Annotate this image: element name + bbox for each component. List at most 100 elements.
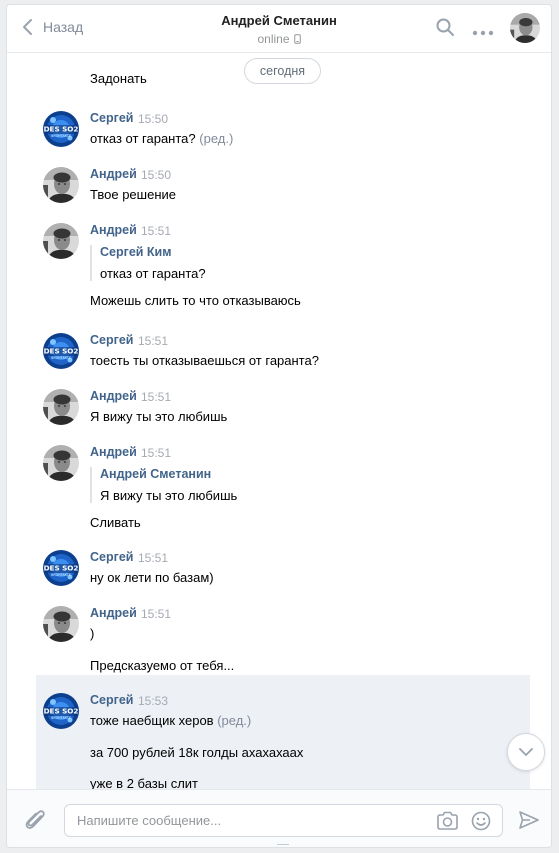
author-name[interactable]: Сергей bbox=[90, 111, 133, 125]
andrey-avatar-icon bbox=[43, 223, 79, 259]
message-text: Сливать bbox=[90, 515, 141, 530]
quote-author[interactable]: Сергей Ким bbox=[100, 245, 206, 259]
message-text-content: ) bbox=[90, 626, 95, 641]
avatar[interactable] bbox=[43, 606, 79, 642]
svg-text:ВКОНТАКТЕ: ВКОНТАКТЕ bbox=[51, 573, 71, 577]
edited-marker: (ред.) bbox=[199, 131, 234, 146]
emoji-button[interactable] bbox=[471, 811, 491, 834]
andrey-avatar-icon bbox=[43, 606, 79, 642]
author-name[interactable]: Сергей bbox=[90, 333, 133, 347]
avatar[interactable] bbox=[43, 389, 79, 425]
search-button[interactable] bbox=[435, 17, 455, 40]
paperclip-icon bbox=[25, 810, 45, 829]
edited-marker: (ред.) bbox=[217, 713, 252, 728]
andrey-avatar-icon bbox=[43, 445, 79, 481]
message-text: тоесть ты отказываешься от гаранта? bbox=[90, 353, 319, 368]
status-text: online bbox=[257, 32, 290, 46]
avatar-badge-text: DES SO2 bbox=[44, 707, 79, 716]
smile-icon bbox=[471, 811, 491, 831]
message-text: Я вижу ты это любишь bbox=[90, 409, 227, 424]
andrey-avatar-icon bbox=[43, 389, 79, 425]
header-avatar[interactable] bbox=[510, 13, 540, 43]
avatar[interactable]: DES SO2 ВКОНТАКТЕ bbox=[43, 111, 79, 147]
mobile-icon bbox=[293, 34, 301, 44]
message-text: отказ от гаранта? (ред.) bbox=[90, 131, 233, 146]
sergey-avatar-icon: DES SO2ВКОНТАКТЕ bbox=[43, 550, 79, 586]
reply-quote[interactable]: Сергей Ким отказ от гаранта? bbox=[90, 245, 206, 281]
message-text-content: тоесть ты отказываешься от гаранта? bbox=[90, 353, 319, 368]
more-dots-icon bbox=[472, 30, 494, 36]
message-text-content: Предсказуемо от тебя... bbox=[90, 658, 235, 673]
date-divider: сегодня bbox=[244, 58, 321, 84]
author-name[interactable]: Андрей bbox=[90, 606, 137, 620]
sergey-avatar-icon: DES SO2ВКОНТАКТЕ bbox=[43, 693, 79, 729]
andrey-avatar-icon bbox=[510, 13, 540, 43]
avatar-badge-text: DES SO2 bbox=[44, 564, 79, 573]
quote-author[interactable]: Андрей Сметанин bbox=[100, 467, 237, 481]
message-text-content: тоже наебщик херов bbox=[90, 713, 214, 728]
author-name[interactable]: Андрей bbox=[90, 389, 137, 403]
avatar[interactable]: DES SO2 ВКОНТАКТЕ bbox=[43, 693, 79, 729]
author-name[interactable]: Андрей bbox=[90, 223, 137, 237]
camera-button[interactable] bbox=[436, 811, 459, 834]
message-text: ) bbox=[90, 626, 94, 641]
message-text-content: Твое решение bbox=[90, 187, 176, 202]
send-button[interactable] bbox=[519, 811, 539, 832]
back-button[interactable]: Назад bbox=[21, 18, 83, 36]
message-time[interactable]: 15:50 bbox=[138, 112, 168, 126]
message-text-content: уже в 2 базы слит bbox=[90, 776, 198, 789]
author-name[interactable]: Андрей bbox=[90, 167, 137, 181]
avatar-badge-text: DES SO2 bbox=[44, 125, 79, 134]
svg-text:ВКОНТАКТЕ: ВКОНТАКТЕ bbox=[51, 134, 71, 138]
author-name[interactable]: Андрей bbox=[90, 445, 137, 459]
message-time[interactable]: 15:51 bbox=[141, 224, 171, 238]
message-time[interactable]: 15:51 bbox=[141, 446, 171, 460]
message-text-content: ну ок лети по базам) bbox=[90, 570, 214, 585]
message-time[interactable]: 15:50 bbox=[141, 168, 171, 182]
online-status: online bbox=[7, 32, 551, 46]
avatar-badge-text: DES SO2 bbox=[44, 347, 79, 356]
sergey-avatar-icon: DES SO2ВКОНТАКТЕ bbox=[43, 111, 79, 147]
quote-text: отказ от гаранта? bbox=[100, 266, 206, 281]
message-list[interactable]: Задонать DES SO2 ВКОНТАКТЕ Сергей 15:50 отка… bbox=[7, 53, 551, 789]
andrey-avatar-icon bbox=[43, 167, 79, 203]
message-time[interactable]: 15:51 bbox=[141, 607, 171, 621]
message-composer bbox=[7, 789, 551, 847]
avatar[interactable] bbox=[43, 223, 79, 259]
chat-header: Назад Андрей Сметанин online bbox=[7, 5, 551, 53]
message-text: тоже наебщик херов (ред.) bbox=[90, 713, 251, 728]
attach-button[interactable] bbox=[25, 808, 47, 835]
message-text: за 700 рублей 18к голды ахахахаах bbox=[90, 745, 303, 760]
avatar[interactable]: DES SO2 ВКОНТАКТЕ bbox=[43, 550, 79, 586]
quote-text: Я вижу ты это любишь bbox=[100, 488, 238, 503]
reply-quote[interactable]: Андрей Сметанин Я вижу ты это любишь bbox=[90, 467, 237, 503]
author-name[interactable]: Сергей bbox=[90, 550, 133, 564]
message-time[interactable]: 15:51 bbox=[141, 390, 171, 404]
message-text: Можешь слить то что отказываюсь bbox=[90, 293, 301, 308]
message-time[interactable]: 15:51 bbox=[138, 334, 168, 348]
avatar[interactable] bbox=[43, 445, 79, 481]
chevron-left-icon bbox=[23, 19, 32, 35]
message-input[interactable] bbox=[77, 805, 417, 836]
message-text-content: за 700 рублей 18к голды ахахахаах bbox=[90, 745, 304, 760]
more-button[interactable] bbox=[472, 24, 494, 39]
chevron-down-icon bbox=[519, 748, 533, 756]
message-text: уже в 2 базы слит bbox=[90, 776, 198, 789]
message-text-content: Можешь слить то что отказываюсь bbox=[90, 293, 301, 308]
author-name[interactable]: Сергей bbox=[90, 693, 133, 707]
message-input-box[interactable] bbox=[64, 804, 503, 837]
chat-title: Андрей Сметанин bbox=[221, 13, 337, 28]
message-text-content: Я вижу ты это любишь bbox=[90, 409, 228, 424]
message-time[interactable]: 15:51 bbox=[138, 551, 168, 565]
message-text-content: Сливать bbox=[90, 515, 141, 530]
scroll-down-button[interactable] bbox=[507, 733, 545, 771]
avatar[interactable]: DES SO2 ВКОНТАКТЕ bbox=[43, 333, 79, 369]
message-text: ну ок лети по базам) bbox=[90, 570, 214, 585]
send-icon bbox=[519, 811, 539, 829]
message-text: Твое решение bbox=[90, 187, 176, 202]
chat-window: Назад Андрей Сметанин online сегодня Зад… bbox=[6, 4, 552, 848]
message-time[interactable]: 15:53 bbox=[138, 694, 168, 708]
resize-grip[interactable] bbox=[277, 844, 289, 847]
avatar[interactable] bbox=[43, 167, 79, 203]
camera-icon bbox=[437, 811, 458, 830]
